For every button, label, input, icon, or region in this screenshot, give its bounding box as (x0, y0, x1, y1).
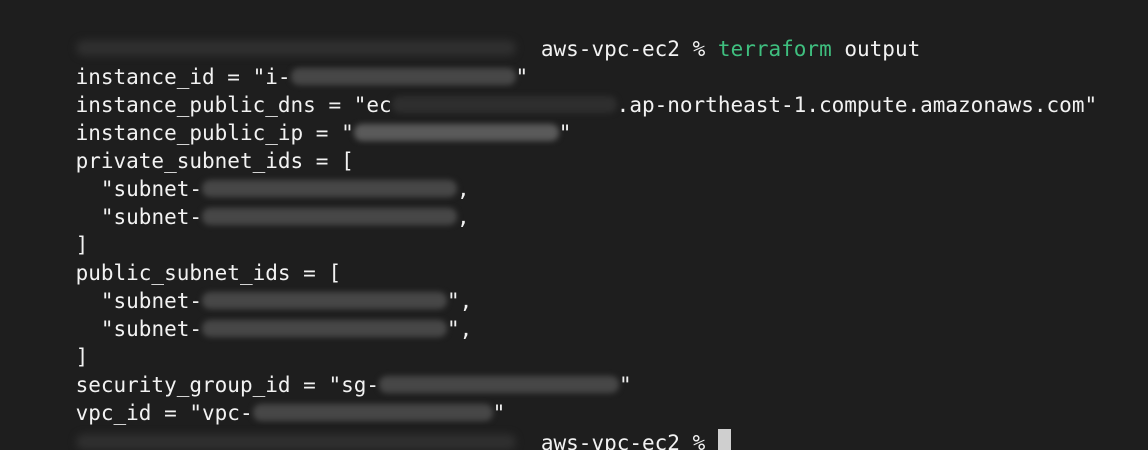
redacted-value (353, 123, 559, 141)
output-value-suffix: , (457, 205, 470, 229)
output-value-prefix: "subnet- (100, 317, 203, 341)
output-value-suffix: .ap-northeast-1.compute.amazonaws.com" (616, 93, 1098, 117)
list-item: "subnet-, (25, 175, 470, 229)
prompt-directory: aws-vpc-ec2 (540, 431, 680, 450)
close-bracket: ] (75, 345, 89, 369)
prompt-directory: aws-vpc-ec2 (540, 37, 680, 61)
list-item: "subnet-, (25, 147, 470, 201)
output-public-subnet-ids: public_subnet_ids = [ (75, 261, 342, 285)
redacted-value (202, 319, 448, 337)
output-value-prefix: "subnet- (100, 205, 203, 229)
output-instance-id: instance_id = "i- " (75, 65, 529, 89)
text-cursor[interactable] (717, 429, 731, 450)
list-item: "subnet- ", (25, 287, 472, 341)
output-instance-public-ip: instance_public_ip = " " (75, 121, 572, 145)
output-instance-public-dns: instance_public_dns = "ec .ap-northeast-1… (75, 93, 1098, 117)
prompt-line: aws-vpc-ec2 % terraform output (25, 7, 920, 61)
redacted-value (202, 207, 458, 225)
output-private-subnet-ids: private_subnet_ids = [ (75, 149, 354, 173)
terminal-window[interactable]: aws-vpc-ec2 % terraform output instance_… (0, 0, 1148, 450)
redacted-host (75, 434, 516, 450)
list-item: "subnet- ", (25, 259, 472, 313)
output-value-suffix: " (619, 373, 632, 397)
prompt-symbol: % (692, 431, 706, 450)
command-argument: output (844, 37, 921, 61)
output-value-suffix: ", (447, 317, 473, 341)
output-value-suffix: " (558, 121, 572, 145)
output-security-group-id: security_group_id = "sg- " (75, 373, 632, 397)
output-vpc-id: vpc_id = "vpc- " (75, 401, 506, 425)
command-name: terraform (717, 37, 832, 61)
prompt-line[interactable]: aws-vpc-ec2 % (25, 401, 731, 450)
prompt-symbol: % (692, 37, 706, 61)
close-bracket: ] (75, 233, 89, 257)
